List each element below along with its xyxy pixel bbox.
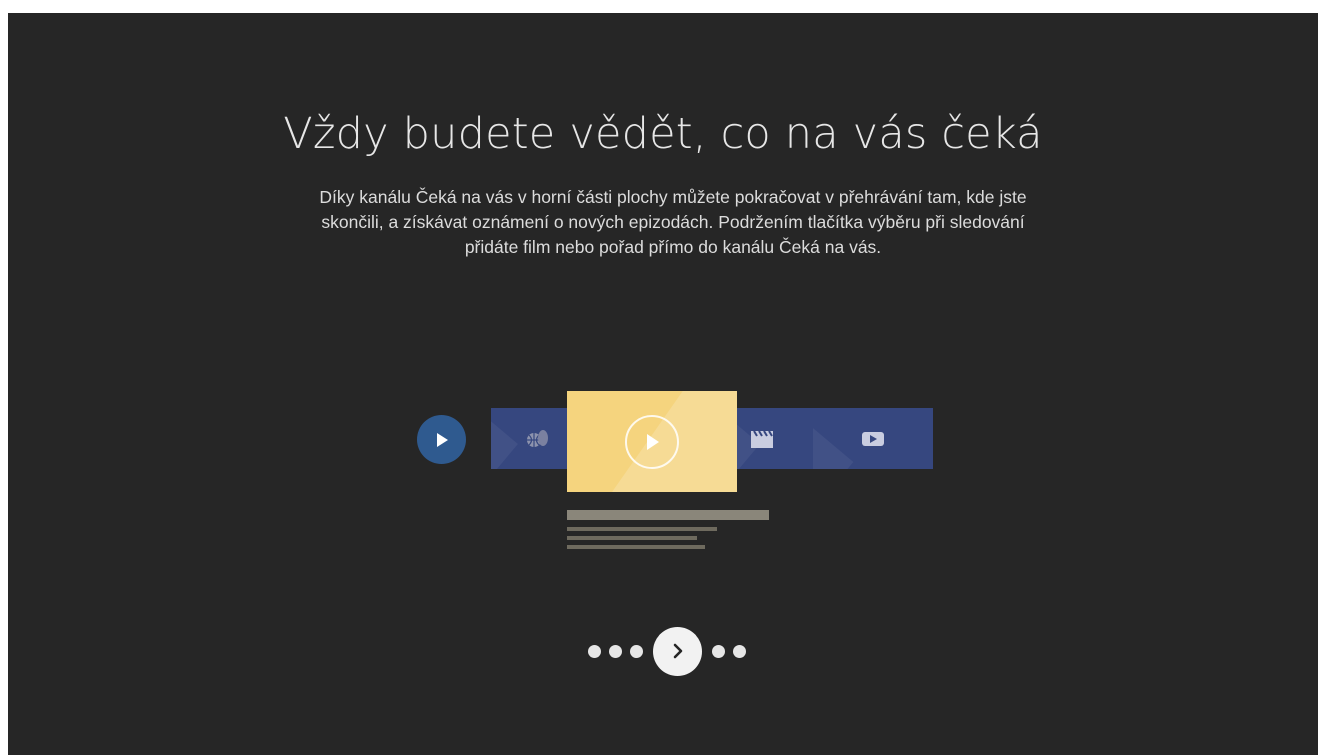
content-tile-movies bbox=[733, 408, 813, 469]
next-button[interactable] bbox=[653, 626, 702, 676]
play-featured-icon bbox=[625, 414, 679, 469]
page-dot-6[interactable] bbox=[733, 644, 746, 658]
page-dot-5[interactable] bbox=[712, 644, 725, 658]
youtube-play-icon bbox=[862, 431, 884, 446]
page-dot-3[interactable] bbox=[630, 644, 643, 658]
page-dot-2[interactable] bbox=[609, 644, 622, 658]
tile-subtitle-placeholder bbox=[567, 527, 717, 531]
featured-content-tile bbox=[567, 391, 737, 492]
content-tile-sports bbox=[491, 408, 571, 469]
tile-subtitle-placeholder bbox=[567, 536, 697, 540]
play-circle-icon bbox=[417, 415, 466, 464]
onboarding-screen: Vždy budete vědět, co na vás čeká Díky k… bbox=[8, 13, 1318, 755]
page-indicator bbox=[588, 626, 754, 676]
clapperboard-icon bbox=[751, 429, 773, 448]
content-tile-youtube bbox=[813, 408, 933, 469]
chevron-right-icon bbox=[673, 643, 682, 659]
page-dot-1[interactable] bbox=[588, 644, 601, 658]
tile-title-placeholder bbox=[567, 510, 769, 520]
sports-ball-icon bbox=[527, 429, 548, 447]
tile-subtitle-placeholder bbox=[567, 545, 705, 549]
